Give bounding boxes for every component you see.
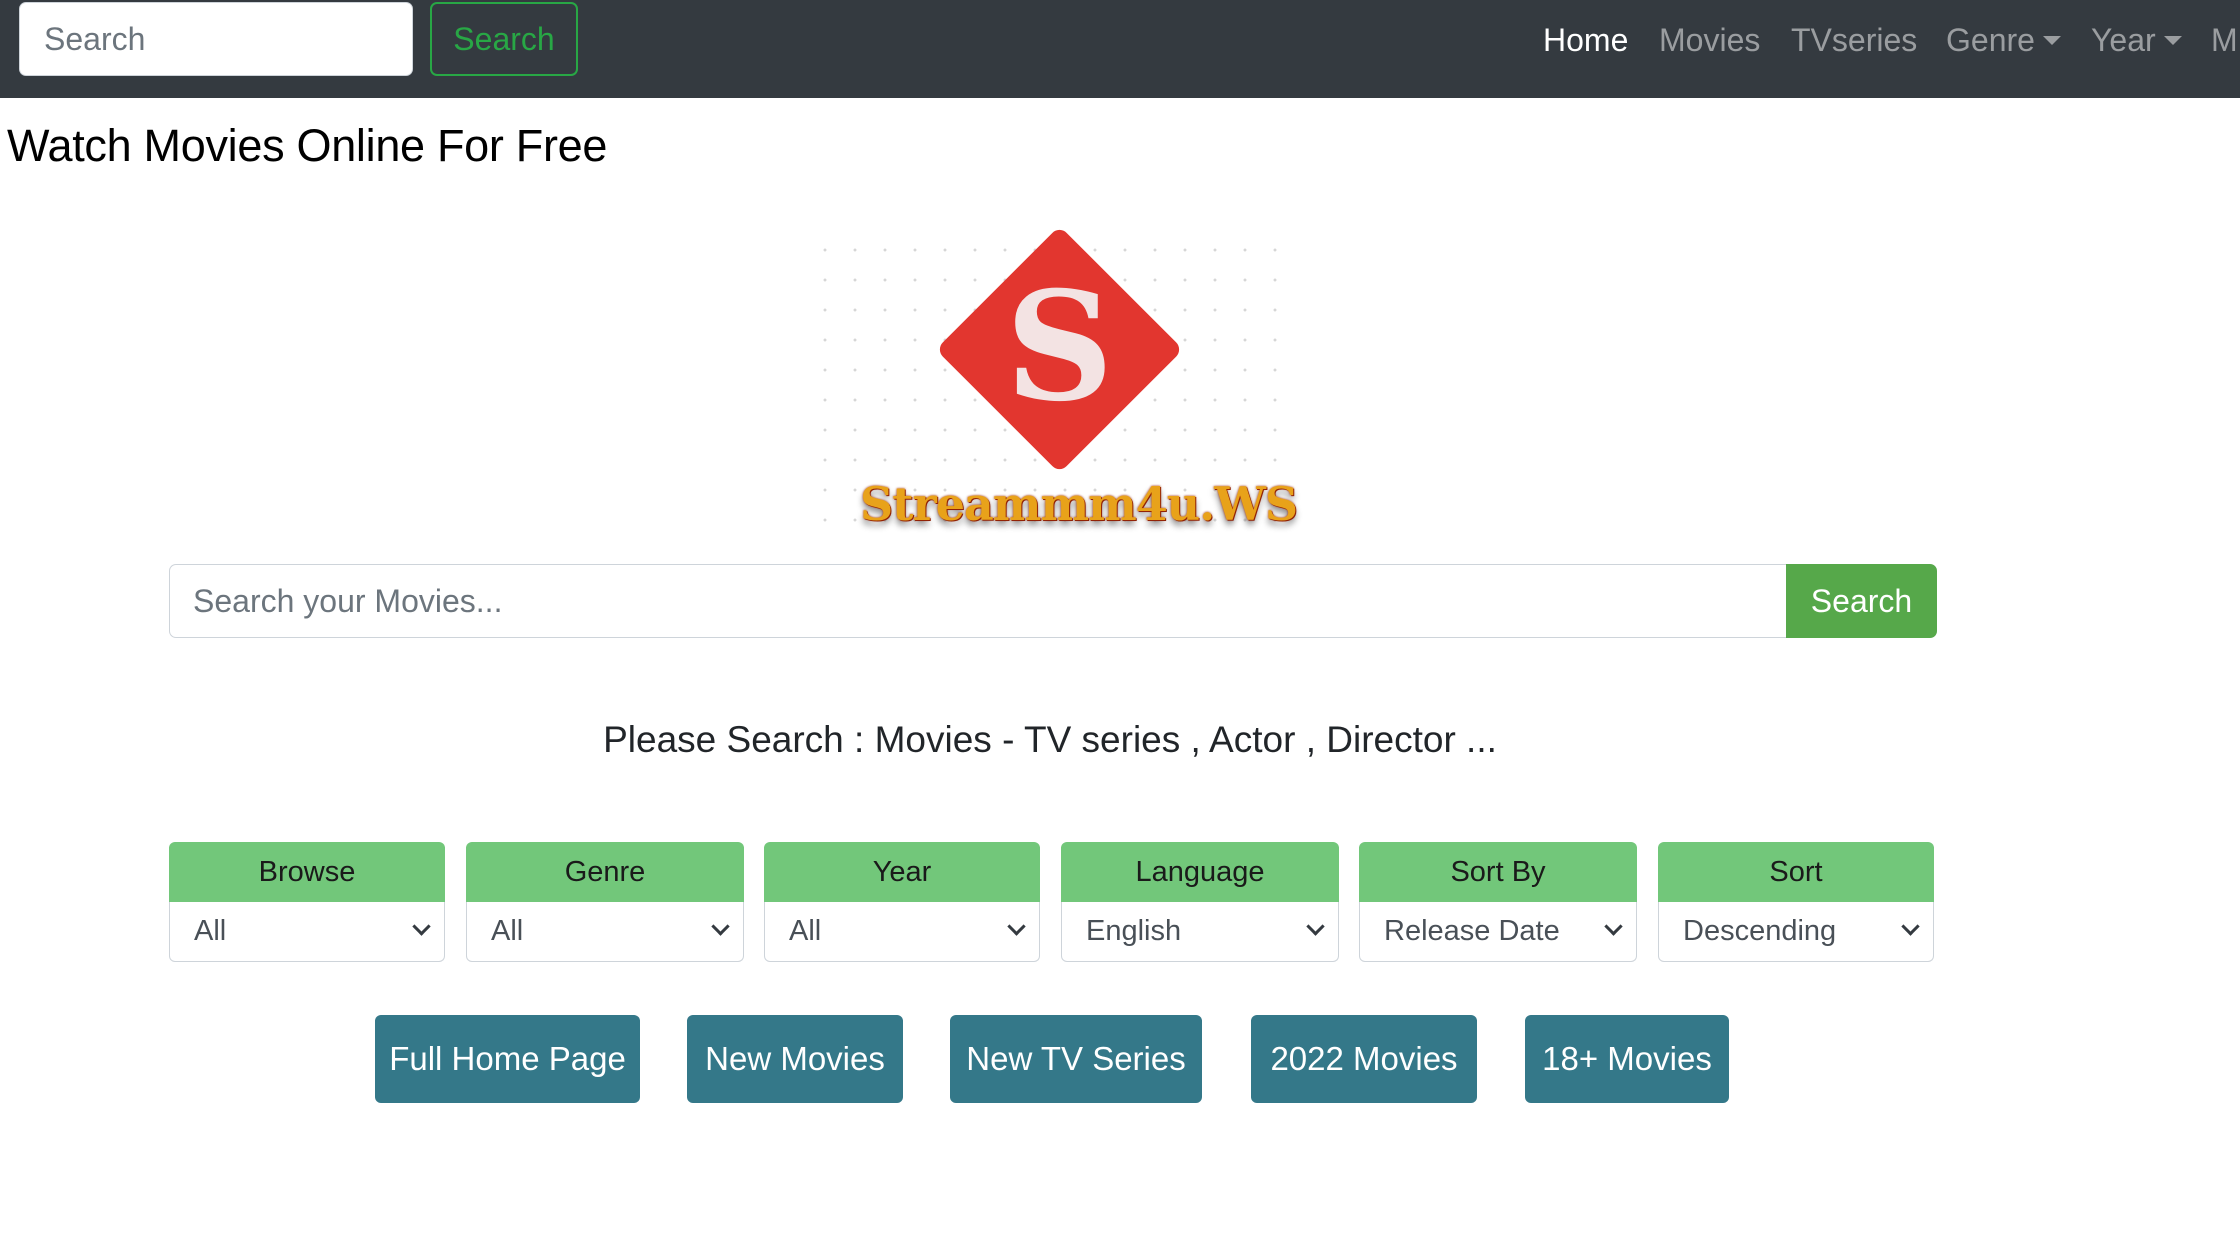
chevron-down-icon: [1901, 917, 1920, 936]
nav-link-year-label: Year: [2091, 22, 2156, 58]
navbar: Search Home Movies TVseries Genre Year M: [0, 0, 2240, 98]
filter-label: Sort By: [1359, 842, 1637, 902]
nav-link-more[interactable]: M: [2211, 18, 2238, 62]
search-hint: Please Search : Movies - TV series , Act…: [603, 719, 1497, 760]
select-value: English: [1086, 915, 1182, 947]
filter-label: Browse: [169, 842, 445, 902]
select-value: Release Date: [1384, 915, 1560, 947]
filter-year: Year All: [764, 842, 1040, 962]
adult-movies-button[interactable]: 18+ Movies: [1525, 1015, 1729, 1103]
new-tv-series-button[interactable]: New TV Series: [950, 1015, 1202, 1103]
genre-select[interactable]: All: [466, 902, 744, 962]
nav-link-movies[interactable]: Movies: [1659, 18, 1760, 62]
language-select[interactable]: English: [1061, 902, 1339, 962]
logo-text: Streammm4u.WS: [860, 477, 1298, 531]
nav-link-genre-label: Genre: [1946, 22, 2035, 58]
browse-select[interactable]: All: [169, 902, 445, 962]
sort-order-select[interactable]: Descending: [1658, 902, 1934, 962]
nav-link-genre[interactable]: Genre: [1946, 18, 2061, 62]
chevron-down-icon: [1604, 917, 1623, 936]
filter-sort: Sort Descending: [1658, 842, 1934, 962]
caret-down-icon: [2042, 36, 2061, 45]
2022-movies-button[interactable]: 2022 Movies: [1251, 1015, 1477, 1103]
year-select[interactable]: All: [764, 902, 1040, 962]
filter-label: Language: [1061, 842, 1339, 902]
filter-sort-by: Sort By Release Date: [1359, 842, 1637, 962]
filter-label: Genre: [466, 842, 744, 902]
logo-letter: S: [1005, 259, 1114, 435]
site-logo[interactable]: S Streammm4u.WS: [800, 215, 1298, 545]
nav-link-home[interactable]: Home: [1543, 18, 1628, 62]
page-title: Watch Movies Online For Free: [7, 120, 608, 171]
filter-label: Year: [764, 842, 1040, 902]
chevron-down-icon: [412, 917, 431, 936]
select-value: All: [789, 915, 822, 947]
main-search-button[interactable]: Search: [1786, 564, 1937, 638]
full-home-page-button[interactable]: Full Home Page: [375, 1015, 640, 1103]
new-movies-button[interactable]: New Movies: [687, 1015, 903, 1103]
chevron-down-icon: [1007, 917, 1026, 936]
nav-link-year[interactable]: Year: [2091, 18, 2182, 62]
filter-language: Language English: [1061, 842, 1339, 962]
select-value: All: [491, 915, 524, 947]
chevron-down-icon: [1306, 917, 1325, 936]
filter-label: Sort: [1658, 842, 1934, 902]
sort-by-select[interactable]: Release Date: [1359, 902, 1637, 962]
select-value: All: [194, 915, 227, 947]
nav-link-tvseries[interactable]: TVseries: [1791, 18, 1917, 62]
filter-browse: Browse All: [169, 842, 445, 962]
main-search-input[interactable]: [169, 564, 1786, 638]
select-value: Descending: [1683, 915, 1837, 947]
main-search-group: Search: [169, 564, 1937, 638]
caret-down-icon: [2163, 36, 2182, 45]
filter-genre: Genre All: [466, 842, 744, 962]
chevron-down-icon: [711, 917, 730, 936]
nav-links: Home Movies TVseries Genre Year M: [0, 0, 2240, 80]
